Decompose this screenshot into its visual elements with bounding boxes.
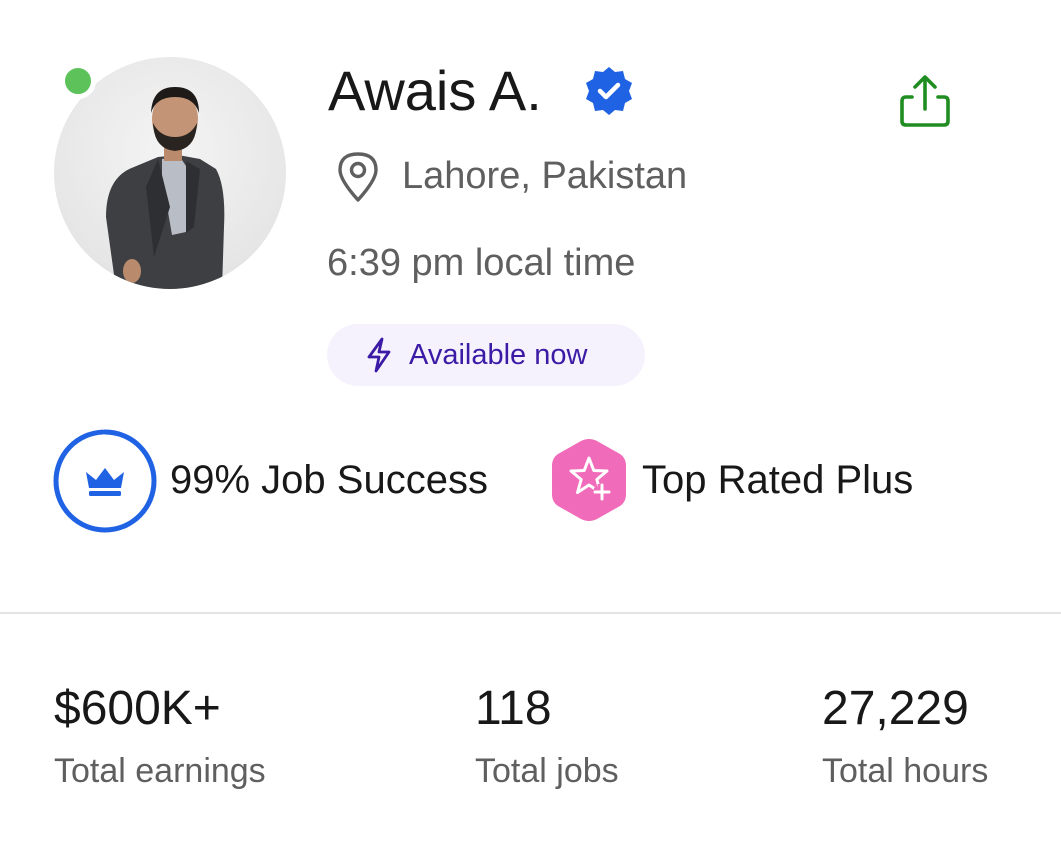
local-time: 6:39 pm local time [327, 242, 636, 284]
location-text: Lahore, Pakistan [402, 154, 688, 197]
top-rated-label: Top Rated Plus [642, 458, 914, 502]
location-row: Lahore, Pakistan [334, 148, 687, 204]
stat-total-jobs: 118 Total jobs [475, 680, 619, 791]
map-pin-icon [334, 148, 382, 204]
avatar-container [54, 57, 286, 289]
lightning-bolt-icon [365, 337, 393, 373]
stat-value: 118 [475, 682, 552, 735]
star-plus-icon[interactable] [550, 438, 628, 522]
stat-label: Total hours [822, 752, 989, 790]
stat-value: 27,229 [822, 682, 969, 735]
stat-label: Total jobs [475, 752, 619, 790]
job-success-label: 99% Job Success [170, 458, 488, 502]
section-divider [0, 612, 1061, 614]
availability-text: Available now [409, 338, 588, 371]
stat-value: $600K+ [54, 682, 221, 735]
stat-total-earnings: $600K+ Total earnings [54, 680, 266, 791]
online-status-dot [60, 63, 96, 99]
availability-badge[interactable]: Available now [327, 324, 645, 386]
profile-name: Awais A. [328, 59, 542, 122]
crown-icon [86, 468, 124, 496]
verified-badge-icon [582, 64, 636, 118]
job-success-ring[interactable] [52, 428, 158, 534]
stat-total-hours: 27,229 Total hours [822, 680, 988, 791]
stat-label: Total earnings [54, 752, 266, 790]
share-icon[interactable] [896, 73, 954, 131]
